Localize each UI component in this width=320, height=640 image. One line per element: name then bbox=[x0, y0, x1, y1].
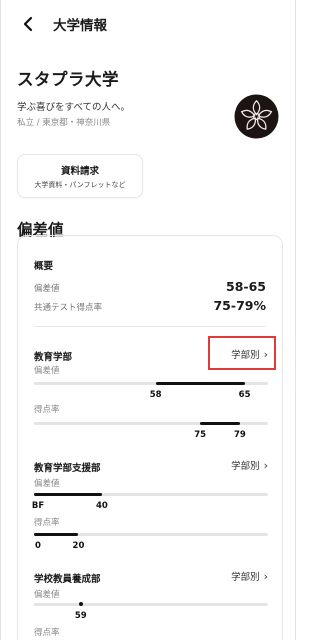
range-value-label: 20 bbox=[72, 541, 85, 551]
department-link-label: 学部別 bbox=[231, 572, 260, 583]
department-name: 教育学部 bbox=[34, 352, 73, 363]
page-title: 大学情報 bbox=[53, 18, 107, 34]
chevron-right-icon: › bbox=[263, 458, 268, 472]
document-request-subtitle: 大学資料・パンフレットなど bbox=[34, 181, 126, 189]
range-fill bbox=[200, 422, 240, 425]
range-track: BF 40 bbox=[32, 493, 268, 511]
summary-value: 58-65 bbox=[226, 279, 266, 294]
summary-row-hensachi: 偏差値 58-65 bbox=[34, 279, 266, 294]
department-name: 学校教員養成部 bbox=[34, 574, 101, 585]
summary-title: 概要 bbox=[34, 261, 54, 272]
metric-label: 得点率 bbox=[34, 628, 60, 638]
university-name: スタプラ大学 bbox=[17, 70, 119, 89]
range-value-label: 59 bbox=[74, 611, 87, 621]
range-value-label: 75 bbox=[194, 430, 207, 440]
hensachi-panel: 概要 偏差値 58-65 共通テスト得点率 75-79% 教育学部 学部別 › … bbox=[17, 235, 283, 640]
range-value-label: 65 bbox=[238, 390, 251, 400]
divider bbox=[34, 326, 266, 327]
metric-label: 偏差値 bbox=[34, 366, 60, 376]
university-header: スタプラ大学 学ぶ喜びをすべての人へ。 私立 / 東京都・神奈川県 bbox=[1, 48, 295, 154]
range-fill bbox=[155, 382, 245, 385]
range-track: 0 20 bbox=[34, 533, 268, 551]
range-value-label: 40 bbox=[95, 501, 108, 511]
department-detail-link[interactable]: 学部別 › bbox=[231, 458, 268, 473]
department-detail-link[interactable]: 学部別 › bbox=[231, 569, 268, 584]
metric-label: 得点率 bbox=[34, 518, 60, 528]
cherry-blossom-crest-icon bbox=[234, 94, 279, 139]
metric-label: 偏差値 bbox=[34, 479, 60, 489]
range-value-label: 58 bbox=[149, 390, 162, 400]
document-request-card[interactable]: 資料請求 大学資料・パンフレットなど bbox=[17, 154, 143, 198]
chevron-left-icon[interactable] bbox=[19, 15, 37, 33]
summary-label: 偏差値 bbox=[34, 284, 60, 294]
metric-label: 得点率 bbox=[34, 405, 60, 415]
range-fill bbox=[34, 533, 79, 536]
range-track: 58 65 bbox=[34, 382, 268, 400]
range-value-label: BF bbox=[31, 501, 45, 511]
range-fill bbox=[34, 493, 102, 496]
department-name: 教育学部支援部 bbox=[34, 463, 101, 474]
range-track: 59 bbox=[34, 602, 268, 621]
range-track: 75 79 bbox=[34, 422, 268, 440]
summary-row-kyotsu-test: 共通テスト得点率 75-79% bbox=[34, 298, 266, 313]
summary-value: 75-79% bbox=[213, 298, 266, 313]
app-frame: 大学情報 スタプラ大学 学ぶ喜びをすべての人へ。 私立 / 東京都・神奈川県 資… bbox=[0, 0, 296, 640]
chevron-right-icon: › bbox=[263, 569, 268, 583]
range-value-label: 79 bbox=[233, 430, 246, 440]
document-request-title: 資料請求 bbox=[60, 166, 99, 177]
top-bar: 大学情報 bbox=[1, 0, 295, 48]
range-point bbox=[78, 602, 83, 606]
department-link-label: 学部別 bbox=[231, 461, 260, 472]
summary-label: 共通テスト得点率 bbox=[34, 303, 103, 313]
highlight-box bbox=[208, 336, 276, 370]
metric-label: 偏差値 bbox=[34, 590, 60, 600]
range-value-label: 0 bbox=[35, 541, 41, 551]
